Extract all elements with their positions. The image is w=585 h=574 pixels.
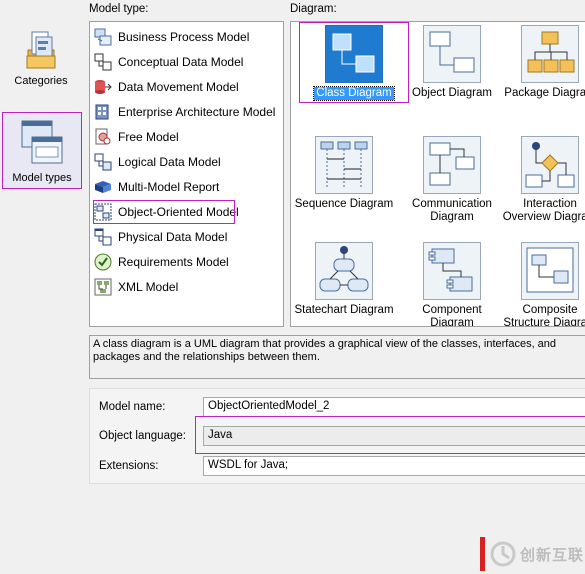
model-name-label: Model name:: [99, 401, 166, 413]
report-book-icon: [95, 181, 111, 193]
model-type-free-model[interactable]: Free Model: [94, 126, 282, 148]
extensions-label: Extensions:: [99, 460, 159, 472]
model-type-label: Requirements Model: [118, 255, 229, 269]
model-type-enterprise-architecture[interactable]: Enterprise Architecture Model: [94, 101, 282, 123]
diagram-class[interactable]: Class Diagram: [299, 22, 409, 103]
enterprise-architecture-icon: [95, 104, 109, 120]
diagram-package[interactable]: Package Diagram: [498, 25, 585, 100]
model-type-conceptual-data[interactable]: Conceptual Data Model: [94, 51, 282, 73]
requirements-icon: [94, 253, 112, 271]
diagram-label: Class Diagram: [313, 86, 395, 101]
model-type-xml-model[interactable]: XML Model: [94, 276, 282, 298]
interaction-overview-icon: [521, 136, 579, 194]
diagram-label: Communication Diagram: [412, 198, 492, 223]
folder-files-icon: [26, 31, 56, 69]
diagram-interaction-overview[interactable]: Interaction Overview Diagram: [498, 136, 585, 224]
watermark-logo: 创新互联: [478, 534, 585, 574]
object-oriented-icon: [94, 203, 112, 221]
business-process-icon: [94, 28, 112, 46]
diagram-label: Component Diagram: [422, 304, 482, 327]
logical-data-icon: [94, 153, 112, 171]
diagram-label: Sequence Diagram: [294, 198, 394, 210]
model-type-requirements[interactable]: Requirements Model: [94, 251, 282, 273]
categories-label: Categories: [14, 75, 68, 87]
diagram-statechart[interactable]: Statechart Diagram: [292, 242, 396, 317]
model-type-label: Business Process Model: [118, 30, 250, 44]
model-types-label: Model types: [12, 172, 72, 184]
diagram-component[interactable]: Component Diagram: [400, 242, 504, 327]
watermark-text: 创新互联: [520, 547, 585, 564]
package-diagram-icon: [521, 25, 579, 83]
diagram-list[interactable]: Class Diagram Object Diagram Package Dia…: [290, 21, 585, 327]
diagram-communication[interactable]: Communication Diagram: [400, 136, 504, 224]
categories-button[interactable]: Categories: [2, 30, 80, 94]
model-type-data-movement[interactable]: Data Movement Model: [94, 76, 282, 98]
object-language-label: Object language:: [99, 430, 186, 442]
extensions-field[interactable]: WSDL for Java;: [203, 456, 585, 476]
conceptual-data-icon: [94, 53, 112, 71]
component-diagram-icon: [423, 242, 481, 300]
logo-icon: [490, 541, 516, 567]
model-type-label: XML Model: [118, 280, 179, 294]
object-language-highlight: [195, 416, 585, 454]
class-diagram-icon: [325, 25, 383, 83]
sequence-diagram-icon: [315, 136, 373, 194]
communication-diagram-icon: [423, 136, 481, 194]
object-diagram-icon: [423, 25, 481, 83]
diagram-label: Statechart Diagram: [294, 304, 394, 316]
diagram-label: Composite Structure Diagram: [503, 304, 585, 327]
model-type-label: Conceptual Data Model: [118, 55, 244, 69]
composite-structure-icon: [521, 242, 579, 300]
model-type-label: Free Model: [118, 130, 179, 144]
physical-data-icon: [94, 228, 112, 246]
data-movement-icon: [95, 80, 112, 94]
model-type-multi-model-report[interactable]: Multi-Model Report: [94, 176, 282, 198]
diagram-description: A class diagram is a UML diagram that pr…: [89, 335, 585, 379]
model-type-label: Enterprise Architecture Model: [118, 105, 276, 119]
model-type-list[interactable]: Business Process Model Conceptual Data M…: [89, 21, 284, 327]
statechart-diagram-icon: [315, 242, 373, 300]
model-windows-icon: [21, 120, 63, 164]
model-type-label: Physical Data Model: [118, 230, 228, 244]
model-type-logical-data[interactable]: Logical Data Model: [94, 151, 282, 173]
free-model-icon: [95, 128, 111, 145]
diagram-composite-structure[interactable]: Composite Structure Diagram: [498, 242, 585, 327]
diagram-object[interactable]: Object Diagram: [400, 25, 504, 100]
xml-model-icon: [94, 278, 112, 296]
model-types-button[interactable]: Model types: [2, 112, 82, 189]
model-name-field[interactable]: ObjectOrientedModel_2: [203, 397, 585, 417]
model-type-business-process[interactable]: Business Process Model: [94, 26, 282, 48]
model-type-label: Object-Oriented Model: [118, 205, 239, 219]
diagram-label: Package Diagram: [504, 87, 585, 99]
diagram-header: Diagram:: [290, 3, 337, 15]
diagram-label: Object Diagram: [412, 87, 492, 99]
model-type-label: Logical Data Model: [118, 155, 221, 169]
diagram-label: Interaction Overview Diagram: [502, 198, 585, 223]
diagram-sequence[interactable]: Sequence Diagram: [292, 136, 396, 211]
model-type-physical-data[interactable]: Physical Data Model: [94, 226, 282, 248]
model-type-header: Model type:: [89, 3, 149, 15]
model-type-label: Data Movement Model: [118, 80, 239, 94]
model-type-object-oriented[interactable]: Object-Oriented Model: [93, 200, 239, 224]
model-type-label: Multi-Model Report: [118, 180, 220, 194]
